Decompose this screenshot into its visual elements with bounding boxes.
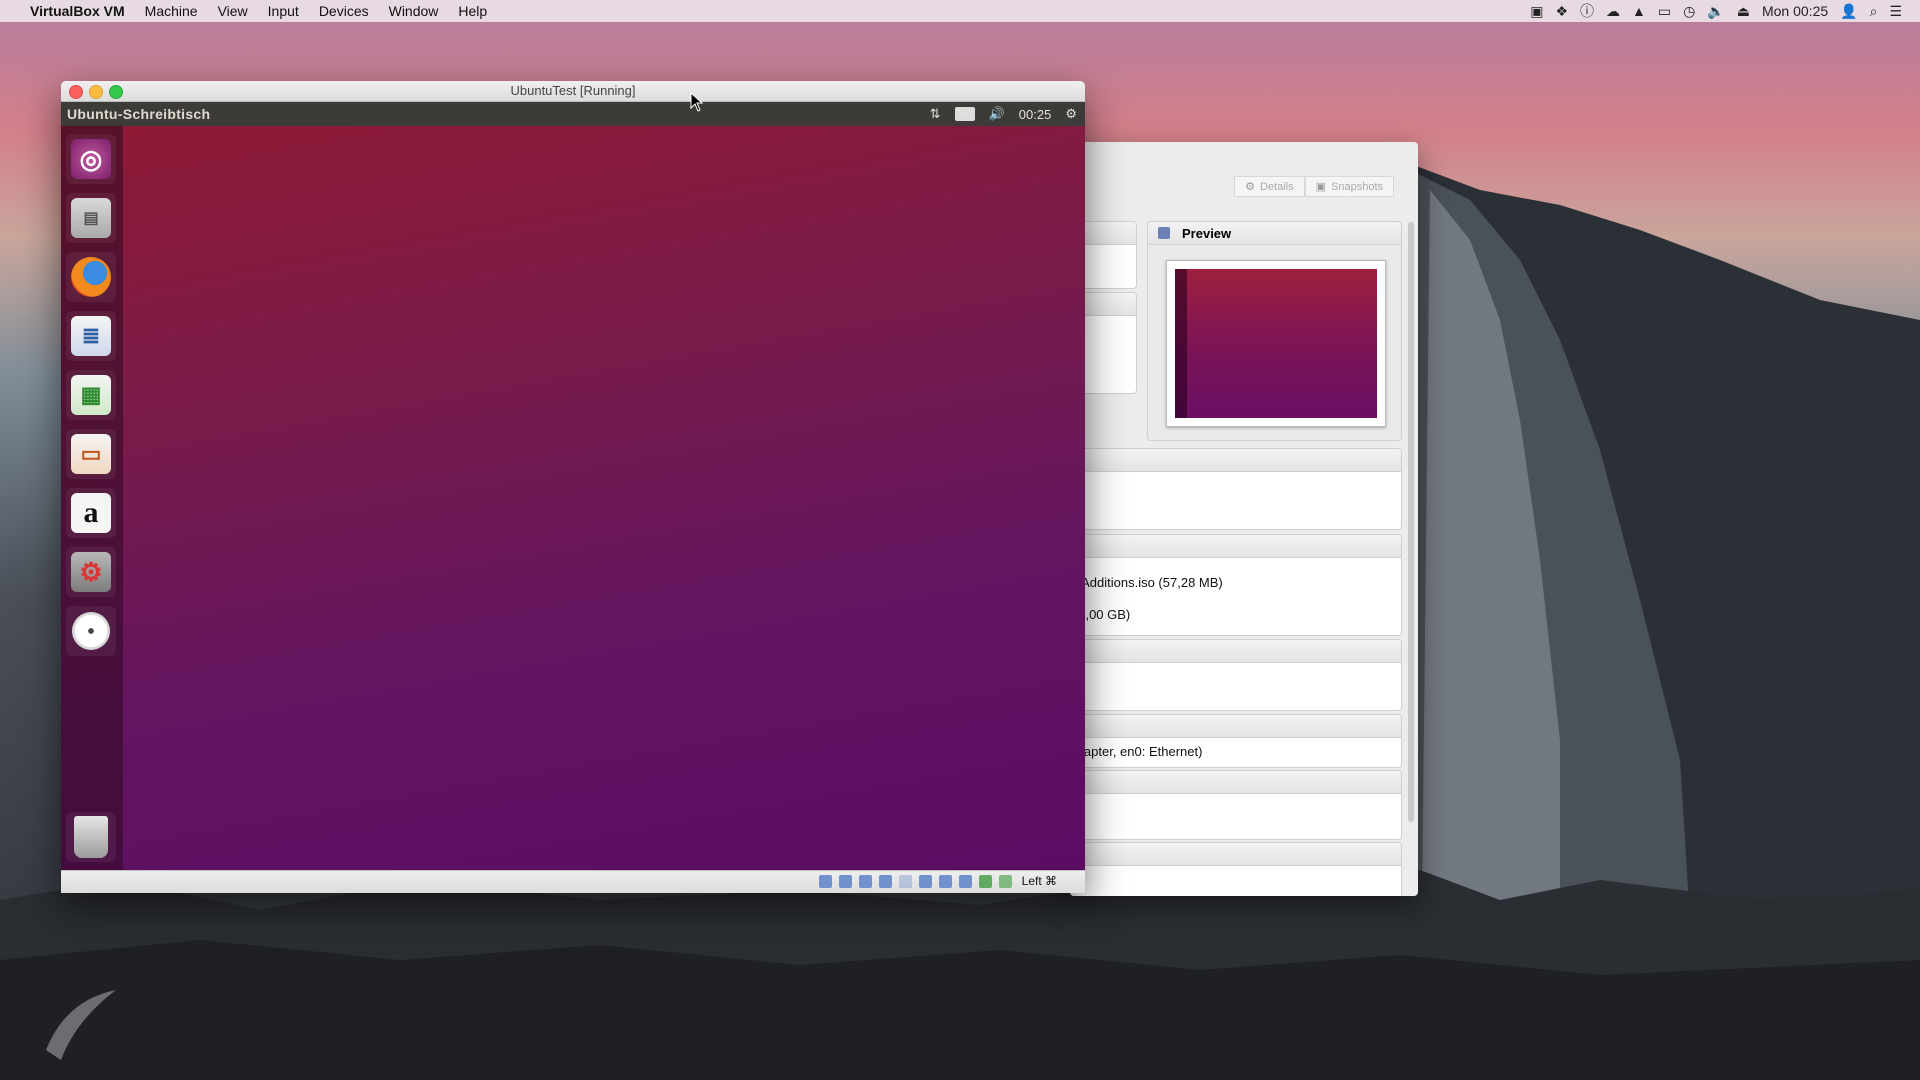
preview-thumbnail — [1166, 260, 1386, 427]
audio-status-icon[interactable] — [858, 874, 872, 888]
usb-status-icon[interactable] — [898, 874, 912, 888]
storage-panel: stAdditions.iso (57,28 MB) 20,00 GB) — [1070, 534, 1402, 636]
tab-snapshots-label: Snapshots — [1331, 180, 1383, 193]
menubar: VirtualBox VM Machine View Input Devices… — [0, 0, 1920, 22]
ubuntu-desktop[interactable] — [61, 126, 1085, 870]
launcher-trash[interactable] — [66, 812, 116, 862]
launcher-writer[interactable]: ≣ — [66, 311, 116, 361]
tab-snapshots[interactable]: ▣ Snapshots — [1304, 176, 1394, 197]
video-capture-status-icon[interactable] — [958, 874, 972, 888]
status-indicators: Left ⌘ — [812, 874, 1057, 888]
vm-titlebar[interactable]: UbuntuTest [Running] — [61, 81, 1085, 102]
spotlight-search-icon[interactable]: ⌕ — [1870, 3, 1878, 20]
preview-header: Preview — [1148, 222, 1401, 245]
zoom-button[interactable] — [109, 85, 123, 99]
mouse-cursor — [690, 92, 704, 112]
watermark-logo — [46, 990, 116, 1060]
vm-window: UbuntuTest [Running] Ubuntu-Schreibtisch… — [61, 81, 1085, 893]
display-status-icon[interactable] — [938, 874, 952, 888]
preview-panel: Preview — [1147, 221, 1402, 441]
menu-help[interactable]: Help — [458, 3, 487, 19]
vm-window-title: UbuntuTest [Running] — [510, 83, 636, 98]
launcher-files[interactable]: ▤ — [66, 193, 116, 243]
airplay-icon[interactable]: ▭ — [1658, 3, 1671, 20]
eject-icon[interactable]: ⏏ — [1737, 3, 1750, 20]
drive-icon[interactable]: ▲ — [1632, 3, 1646, 19]
libreoffice-impress-icon: ▭ — [71, 434, 111, 474]
monitor-icon — [1158, 227, 1170, 239]
amazon-icon: a — [71, 493, 111, 533]
manager-tabs: ⚙ Details ▣ Snapshots — [1234, 176, 1394, 197]
audio-panel — [1070, 639, 1402, 711]
gear-icon: ⚙ — [1245, 181, 1255, 193]
trash-icon — [74, 816, 108, 858]
files-icon: ▤ — [71, 198, 111, 238]
display-panel — [1070, 448, 1402, 530]
network-status-icon[interactable] — [878, 874, 892, 888]
menubar-status-area: ▣ ❖ ⓘ ☁ ▲ ▭ ◷ 🔈 ⏏ Mon 00:25 👤 ⌕ ☰ — [1518, 0, 1902, 22]
menu-input[interactable]: Input — [268, 3, 299, 19]
minimize-button[interactable] — [89, 85, 103, 99]
user-icon[interactable]: 👤 — [1840, 3, 1857, 20]
session-gear-icon[interactable]: ⚙ — [1065, 106, 1077, 122]
sound-icon[interactable]: 🔊 — [989, 106, 1005, 122]
ubuntu-dash-icon: ◎ — [71, 139, 111, 179]
launcher-firefox[interactable] — [66, 252, 116, 302]
keyboard-layout-indicator[interactable]: De — [954, 107, 975, 121]
host-key-label: Left ⌘ — [1021, 874, 1057, 888]
network-transfer-icon[interactable]: ⇅ — [930, 106, 941, 122]
preview-launcher — [1175, 269, 1187, 418]
firefox-icon — [71, 257, 111, 297]
ubuntu-launcher: ◎ ▤ ≣ ▦ ▭ a ⚙ — [61, 126, 123, 870]
ubuntu-top-panel: Ubuntu-Schreibtisch ⇅ De 🔊 00:25 ⚙ — [61, 102, 1085, 126]
menu-app-name[interactable]: VirtualBox VM — [30, 3, 125, 19]
preview-screen — [1175, 269, 1377, 418]
launcher-dash[interactable]: ◎ — [66, 134, 116, 184]
menubar-clock[interactable]: Mon 00:25 — [1762, 3, 1828, 19]
shared-folders-panel — [1070, 842, 1402, 896]
keyboard-capture-status-icon[interactable] — [998, 874, 1012, 888]
preview-title: Preview — [1182, 225, 1232, 241]
ubuntu-clock[interactable]: 00:25 — [1019, 107, 1052, 122]
optical-drive-status-icon[interactable] — [838, 874, 852, 888]
launcher-impress[interactable]: ▭ — [66, 429, 116, 479]
launcher-dvd[interactable] — [66, 606, 116, 656]
volume-icon[interactable]: 🔈 — [1707, 3, 1724, 20]
network-panel: Adapter, en0: Ethernet) — [1070, 714, 1402, 768]
cloud-icon[interactable]: ☁ — [1606, 3, 1620, 20]
launcher-amazon[interactable]: a — [66, 488, 116, 538]
close-button[interactable] — [69, 85, 83, 99]
libreoffice-writer-icon: ≣ — [71, 316, 111, 356]
notification-center-icon[interactable]: ☰ — [1889, 3, 1902, 20]
launcher-calc[interactable]: ▦ — [66, 370, 116, 420]
storage-optical-drive-text: stAdditions.iso (57,28 MB) — [1071, 575, 1223, 590]
menu-devices[interactable]: Devices — [319, 3, 369, 19]
manager-scrollbar[interactable] — [1408, 222, 1414, 822]
menu-machine[interactable]: Machine — [145, 3, 198, 19]
shared-folders-status-icon[interactable] — [918, 874, 932, 888]
mouse-integration-status-icon[interactable] — [978, 874, 992, 888]
tab-details-label: Details — [1259, 180, 1294, 193]
time-machine-icon[interactable]: ◷ — [1683, 3, 1695, 20]
network-adapter-text: Adapter, en0: Ethernet) — [1070, 744, 1203, 759]
ubuntu-indicators: ⇅ De 🔊 00:25 ⚙ — [916, 102, 1077, 126]
dropbox-icon[interactable]: ❖ — [1555, 3, 1568, 20]
onepassword-icon[interactable]: ⓘ — [1580, 1, 1594, 21]
usb-panel — [1070, 770, 1402, 840]
screenshot-icon[interactable]: ▣ — [1530, 3, 1543, 20]
tab-details[interactable]: ⚙ Details — [1234, 176, 1305, 197]
hard-disk-status-icon[interactable] — [818, 874, 832, 888]
launcher-settings[interactable]: ⚙ — [66, 547, 116, 597]
ubuntu-panel-title: Ubuntu-Schreibtisch — [67, 106, 211, 122]
menu-view[interactable]: View — [218, 3, 248, 19]
camera-icon: ▣ — [1315, 181, 1327, 193]
virtualbox-manager-window: ⚙ Details ▣ Snapshots Preview stAddition… — [1070, 142, 1418, 896]
dvd-icon — [72, 612, 110, 650]
libreoffice-calc-icon: ▦ — [71, 375, 111, 415]
system-settings-icon: ⚙ — [71, 552, 111, 592]
vm-statusbar: Left ⌘ — [61, 870, 1085, 893]
menu-window[interactable]: Window — [389, 3, 439, 19]
